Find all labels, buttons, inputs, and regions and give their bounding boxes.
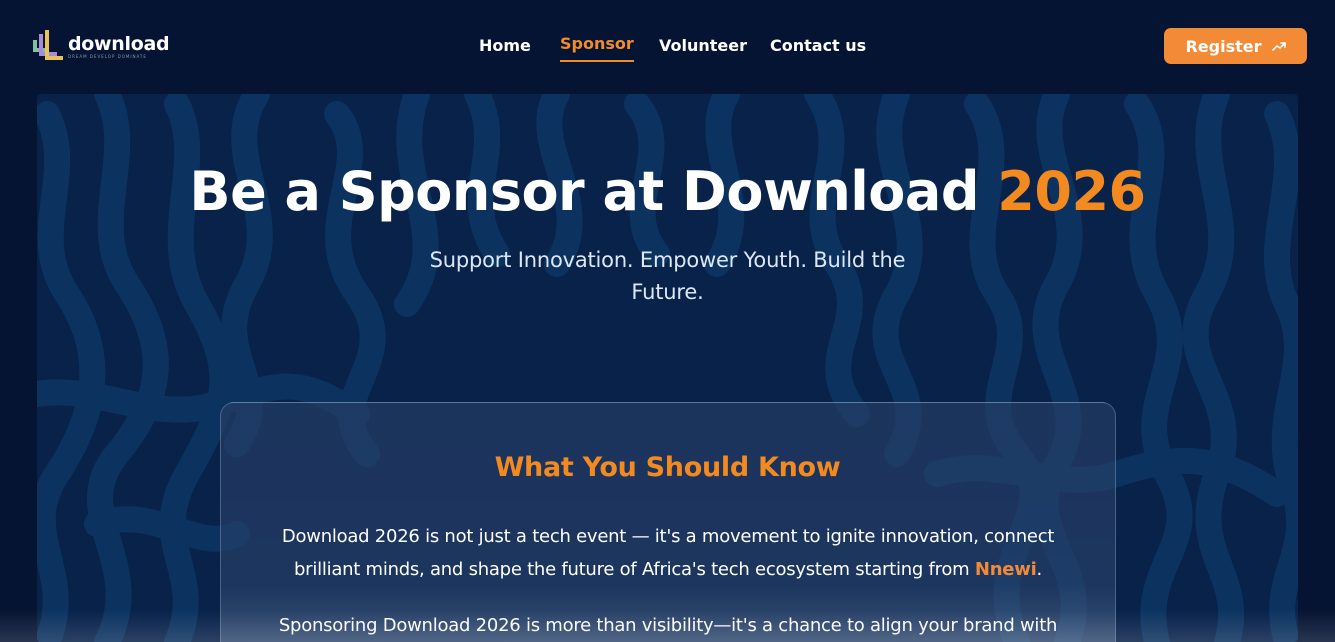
page-title: Be a Sponsor at Download 2026 [0,160,1335,223]
register-button[interactable]: Register [1164,28,1307,64]
title-main: Be a Sponsor at Download [189,160,998,223]
hero-subtitle: Support Innovation. Empower Youth. Build… [429,248,906,304]
trending-up-icon [1271,42,1286,51]
logo[interactable]: download DREAM DEVELOP DOMINATE [30,27,170,63]
card-paragraph-2: Sponsoring Download 2026 is more than vi… [278,615,1058,636]
paragraph-1-end: . [1036,559,1043,580]
nav-active-underline [560,60,634,62]
card-title: What You Should Know [494,452,841,483]
nav-sponsor-label: Sponsor [560,34,634,53]
register-label: Register [1185,36,1262,56]
paragraph-1-text: Download 2026 is not just a tech event —… [281,526,1055,580]
logo-tagline: DREAM DEVELOP DOMINATE [68,54,147,59]
navbar: download DREAM DEVELOP DOMINATE Home Spo… [0,0,1335,92]
highlight-nnewi: Nnewi [974,559,1037,580]
nav-contact[interactable]: Contact us [770,36,866,55]
card-paragraph-1: Download 2026 is not just a tech event —… [262,520,1074,586]
logo-mark-icon [33,30,63,60]
nav-home[interactable]: Home [479,36,531,55]
title-year: 2026 [997,160,1146,223]
logo-text: download [68,33,170,55]
nav-sponsor[interactable]: Sponsor [560,34,634,62]
nav-volunteer[interactable]: Volunteer [659,36,747,55]
